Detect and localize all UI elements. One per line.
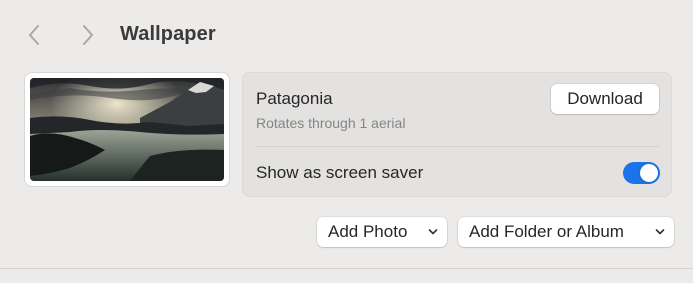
divider bbox=[256, 146, 659, 147]
add-photo-button[interactable]: Add Photo bbox=[317, 217, 447, 247]
page-title: Wallpaper bbox=[120, 23, 216, 45]
forward-button[interactable] bbox=[77, 22, 99, 48]
wallpaper-subtitle: Rotates through 1 aerial bbox=[256, 115, 406, 131]
screen-saver-label: Show as screen saver bbox=[256, 163, 424, 182]
wallpaper-settings-window: Wallpaper Patagonia Rotates through 1 ae… bbox=[0, 0, 693, 283]
wallpaper-thumbnail[interactable] bbox=[25, 73, 229, 186]
chevron-down-icon bbox=[655, 229, 665, 235]
back-button[interactable] bbox=[23, 22, 45, 48]
add-folder-label: Add Folder or Album bbox=[469, 222, 624, 241]
screen-saver-toggle[interactable] bbox=[623, 162, 660, 184]
wallpaper-card: Patagonia Rotates through 1 aerial Downl… bbox=[242, 72, 672, 197]
add-photo-label: Add Photo bbox=[328, 222, 408, 241]
aerial-landscape-thumbnail bbox=[30, 78, 224, 181]
chevron-down-icon bbox=[428, 229, 438, 235]
chevron-left-icon bbox=[29, 25, 39, 45]
add-folder-button[interactable]: Add Folder or Album bbox=[458, 217, 674, 247]
chevron-right-icon bbox=[83, 25, 93, 45]
section-divider bbox=[0, 268, 693, 269]
wallpaper-name: Patagonia bbox=[256, 89, 333, 108]
download-button[interactable]: Download bbox=[551, 84, 659, 114]
toggle-knob bbox=[640, 164, 658, 182]
